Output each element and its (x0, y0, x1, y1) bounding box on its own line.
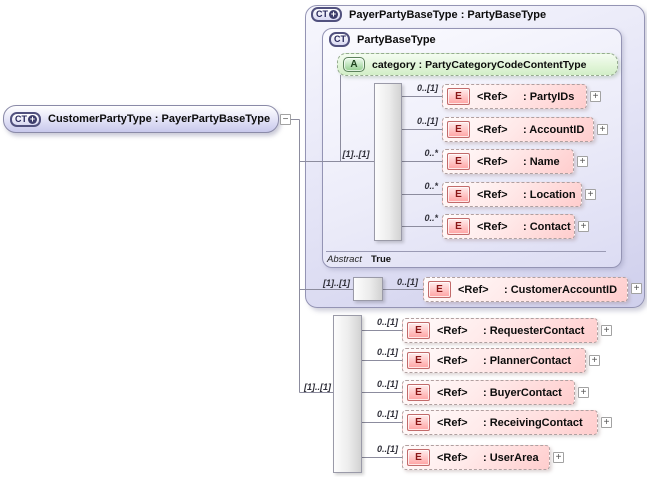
complex-type-icon: CT + (10, 111, 41, 127)
cardinality-label: 0..[1] (396, 277, 418, 287)
element-type-label: : PartyIDs (523, 90, 575, 103)
element-ref-label: <Ref> (437, 324, 468, 337)
element-ref-label: <Ref> (437, 386, 468, 399)
expand-icon[interactable]: + (631, 283, 642, 294)
element-ref-label: <Ref> (477, 188, 508, 201)
abstract-label: Abstract (327, 254, 362, 265)
partybasetype-title: PartyBaseType (357, 33, 436, 46)
attribute-label: category : PartyCategoryCodeContentType (372, 58, 587, 71)
element-node-receivingcontact[interactable]: E <Ref> : ReceivingContact (402, 410, 598, 435)
element-node-userarea[interactable]: E <Ref> : UserArea (402, 445, 550, 470)
expand-icon[interactable]: + (601, 325, 612, 336)
expand-icon[interactable]: + (601, 417, 612, 428)
cardinality-label: 0..[1] (416, 116, 438, 126)
footer-divider (326, 251, 606, 252)
element-ref-label: <Ref> (458, 283, 489, 296)
sequence-bar (333, 315, 362, 473)
element-type-label: : PlannerContact (483, 354, 572, 367)
partybasetype-header: CT PartyBaseType (329, 32, 436, 47)
expand-icon[interactable]: + (553, 452, 564, 463)
element-node-partyids[interactable]: E <Ref> : PartyIDs (442, 84, 587, 109)
element-icon: E (447, 88, 470, 105)
element-type-label: : Name (523, 155, 560, 168)
element-node-accountid[interactable]: E <Ref> : AccountID (442, 117, 594, 142)
cardinality-label: [1]..[1] (323, 278, 350, 288)
element-ref-label: <Ref> (437, 416, 468, 429)
element-icon: E (407, 384, 430, 401)
cardinality-label: 0..[1] (376, 317, 398, 327)
element-node-plannercontact[interactable]: E <Ref> : PlannerContact (402, 348, 586, 373)
root-node-customerpartytype[interactable]: CT + CustomerPartyType : PayerPartyBaseTy… (3, 105, 279, 133)
cardinality-label: 0..[1] (376, 444, 398, 454)
element-node-name[interactable]: E <Ref> : Name (442, 149, 574, 174)
payerpartybasetype-title: PayerPartyBaseType : PartyBaseType (349, 8, 547, 21)
cardinality-label: [1]..[1] (342, 149, 370, 159)
expand-icon[interactable]: + (578, 387, 589, 398)
element-type-label: : AccountID (523, 123, 585, 136)
derived-plus-icon: + (28, 113, 37, 124)
expand-icon[interactable]: + (597, 124, 608, 135)
element-type-label: : Location (523, 188, 576, 201)
element-icon: E (428, 281, 451, 298)
element-icon: E (407, 352, 430, 369)
complex-type-icon: CT (329, 32, 350, 47)
cardinality-label: 0..[1] (416, 83, 438, 93)
element-node-contact[interactable]: E <Ref> : Contact (442, 214, 575, 239)
attribute-icon: A (343, 57, 365, 72)
expand-icon[interactable]: + (577, 156, 588, 167)
cardinality-label: 0..[1] (376, 409, 398, 419)
schema-diagram: CT + CustomerPartyType : PayerPartyBaseTy… (0, 0, 647, 477)
sequence-box (353, 277, 383, 301)
element-ref-label: <Ref> (477, 90, 508, 103)
element-ref-label: <Ref> (477, 155, 508, 168)
element-icon: E (447, 218, 470, 235)
expand-icon[interactable]: + (589, 355, 600, 366)
attribute-node-category[interactable]: A category : PartyCategoryCodeContentTyp… (337, 53, 618, 76)
cardinality-label: 0..[1] (376, 379, 398, 389)
cardinality-label: 0..* (424, 181, 438, 191)
collapse-icon[interactable]: − (280, 114, 291, 125)
expand-icon[interactable]: + (590, 91, 601, 102)
cardinality-label: 0..* (424, 148, 438, 158)
root-node-label: CustomerPartyType : PayerPartyBaseType (48, 113, 271, 125)
element-ref-label: <Ref> (437, 451, 468, 464)
element-node-requestercontact[interactable]: E <Ref> : RequesterContact (402, 318, 598, 343)
element-type-label: : RequesterContact (483, 324, 585, 337)
element-ref-label: <Ref> (477, 123, 508, 136)
cardinality-label: 0..[1] (376, 347, 398, 357)
cardinality-label: [1]..[1] (304, 382, 331, 392)
element-ref-label: <Ref> (437, 354, 468, 367)
element-type-label: : Contact (523, 220, 571, 233)
element-icon: E (407, 322, 430, 339)
element-node-buyercontact[interactable]: E <Ref> : BuyerContact (402, 380, 575, 405)
element-type-label: : UserArea (483, 451, 539, 464)
element-type-label: : ReceivingContact (483, 416, 583, 429)
expand-icon[interactable]: + (578, 221, 589, 232)
element-icon: E (407, 414, 430, 431)
element-type-label: : BuyerContact (483, 386, 562, 399)
element-ref-label: <Ref> (477, 220, 508, 233)
expand-icon[interactable]: + (585, 189, 596, 200)
element-icon: E (447, 186, 470, 203)
element-icon: E (447, 153, 470, 170)
element-icon: E (447, 121, 470, 138)
sequence-bar (374, 83, 402, 241)
element-node-location[interactable]: E <Ref> : Location (442, 182, 582, 207)
cardinality-label: 0..* (424, 213, 438, 223)
derived-plus-icon: + (329, 9, 338, 19)
element-icon: E (407, 449, 430, 466)
payerpartybasetype-header: CT + PayerPartyBaseType : PartyBaseType (311, 7, 546, 22)
complex-type-icon: CT + (311, 7, 342, 22)
element-node-customeraccountid[interactable]: E <Ref> : CustomerAccountID (423, 277, 628, 302)
element-type-label: : CustomerAccountID (504, 283, 618, 296)
abstract-value: True (371, 254, 392, 265)
